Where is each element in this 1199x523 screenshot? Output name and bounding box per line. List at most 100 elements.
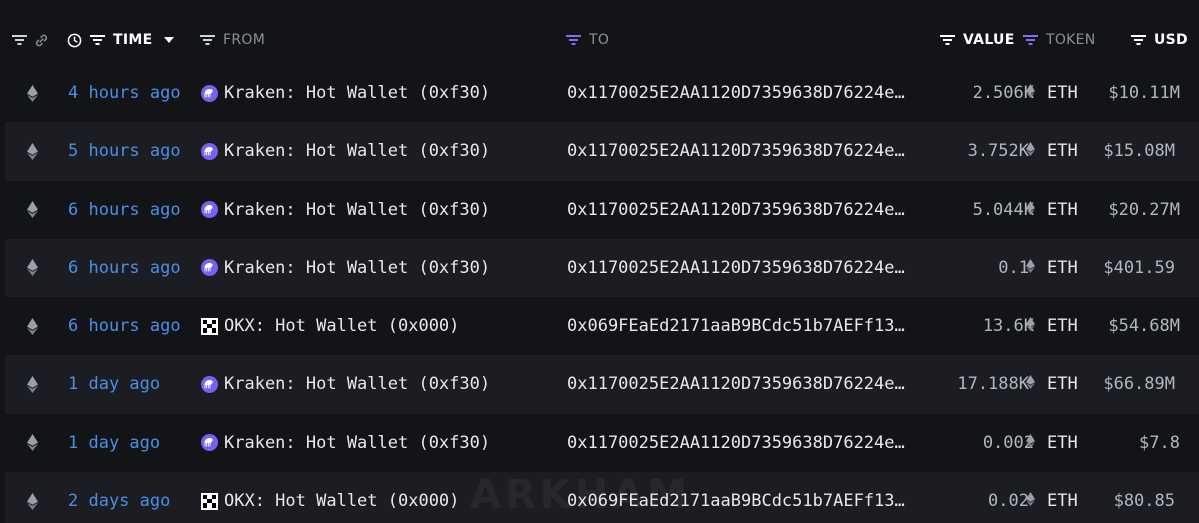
filter-icon[interactable] — [940, 34, 955, 46]
from-entity[interactable]: Kraken: Hot Wallet (0xf30) — [201, 414, 490, 472]
from-entity[interactable]: OKX: Hot Wallet (0x000) — [201, 297, 459, 355]
filter-icon[interactable] — [1131, 34, 1146, 46]
token-column-header[interactable]: TOKEN — [1023, 30, 1096, 50]
from-entity[interactable]: Kraken: Hot Wallet (0xf30) — [201, 355, 490, 413]
token-label[interactable]: ETH — [1047, 316, 1078, 336]
eth-token-icon — [1026, 200, 1035, 220]
time-link[interactable]: 6 hours ago — [68, 297, 181, 355]
token-cell[interactable]: ETH — [1026, 472, 1078, 523]
table-row[interactable]: 6 hours ago Kraken: Hot Wallet (0xf30) 0x1… — [5, 238, 1199, 298]
sort-desc-icon[interactable] — [164, 37, 175, 43]
token-cell[interactable]: ETH — [1026, 181, 1078, 239]
token-label[interactable]: ETH — [1047, 200, 1078, 220]
kraken-logo-icon — [201, 375, 218, 393]
to-address[interactable]: 0x1170025E2AA1120D7359638D76224e… — [567, 414, 917, 472]
eth-icon — [24, 414, 40, 472]
table-row[interactable]: 2 days ago OKX: Hot Wallet (0x000) 0x069FE… — [5, 472, 1199, 523]
usd-cell: $54.68M — [1108, 316, 1180, 337]
kraken-logo-icon — [201, 201, 218, 219]
link-icon[interactable] — [34, 33, 49, 48]
from-entity[interactable]: Kraken: Hot Wallet (0xf30) — [201, 122, 490, 180]
to-address-label[interactable]: 0x069FEaEd2171aaB9BCdc51b7AEFf13… — [567, 491, 917, 511]
token-label[interactable]: ETH — [1047, 83, 1078, 103]
time-link[interactable]: 1 day ago — [68, 414, 160, 472]
from-entity-label[interactable]: Kraken: Hot Wallet (0xf30) — [224, 374, 490, 394]
from-entity-label[interactable]: OKX: Hot Wallet (0x000) — [224, 491, 459, 511]
from-entity-label[interactable]: Kraken: Hot Wallet (0xf30) — [224, 258, 490, 278]
value-cell: 3.752K — [967, 141, 1029, 162]
time-link[interactable]: 6 hours ago — [68, 181, 181, 239]
usd-cell: $10.11M — [1108, 83, 1180, 103]
from-entity-label[interactable]: Kraken: Hot Wallet (0xf30) — [224, 141, 490, 161]
filter-icon[interactable] — [200, 34, 215, 46]
table-row[interactable]: 6 hours ago Kraken: Hot Wallet (0xf30) 0x1… — [0, 181, 1199, 239]
token-cell[interactable]: ETH — [1026, 122, 1078, 180]
value-cell: 2.506K — [972, 83, 1034, 103]
usd-cell: $80.85 — [1113, 491, 1175, 512]
usd-header-label: USD — [1154, 32, 1188, 48]
to-address-label[interactable]: 0x1170025E2AA1120D7359638D76224e… — [567, 433, 917, 453]
usd-column-header[interactable]: USD — [1131, 30, 1188, 50]
table-row[interactable]: 4 hours ago Kraken: Hot Wallet (0xf30) 0x1… — [0, 64, 1199, 122]
time-link[interactable]: 5 hours ago — [68, 122, 181, 180]
to-address-label[interactable]: 0x1170025E2AA1120D7359638D76224e… — [567, 83, 917, 103]
time-link[interactable]: 6 hours ago — [68, 239, 181, 297]
filter-active-icon[interactable] — [566, 34, 581, 46]
from-entity-label[interactable]: OKX: Hot Wallet (0x000) — [224, 316, 459, 336]
token-label[interactable]: ETH — [1047, 433, 1078, 453]
to-address-label[interactable]: 0x1170025E2AA1120D7359638D76224e… — [567, 258, 917, 278]
table-row[interactable]: 5 hours ago Kraken: Hot Wallet (0xf30) 0x1… — [5, 122, 1199, 181]
filter-active-icon[interactable] — [1023, 34, 1038, 46]
table-row[interactable]: 6 hours ago OKX: Hot Wallet (0x000) 0x069F… — [0, 297, 1199, 355]
table-row[interactable]: 1 day ago Kraken: Hot Wallet (0xf30) 0x117… — [0, 414, 1199, 472]
time-link[interactable]: 4 hours ago — [68, 64, 181, 122]
to-address[interactable]: 0x069FEaEd2171aaB9BCdc51b7AEFf13… — [567, 297, 917, 355]
time-column-header[interactable]: TIME — [67, 30, 175, 50]
token-cell[interactable]: ETH — [1026, 414, 1078, 472]
to-address[interactable]: 0x1170025E2AA1120D7359638D76224e… — [567, 239, 917, 297]
to-address-label[interactable]: 0x1170025E2AA1120D7359638D76224e… — [567, 374, 917, 394]
from-entity-label[interactable]: Kraken: Hot Wallet (0xf30) — [224, 433, 490, 453]
kraken-logo-icon — [201, 434, 218, 452]
from-entity-label[interactable]: Kraken: Hot Wallet (0xf30) — [224, 83, 490, 103]
token-label[interactable]: ETH — [1047, 141, 1078, 161]
from-entity[interactable]: Kraken: Hot Wallet (0xf30) — [201, 64, 490, 122]
token-cell[interactable]: ETH — [1026, 64, 1078, 122]
chain-filter-header[interactable] — [12, 30, 49, 50]
token-label[interactable]: ETH — [1047, 491, 1078, 511]
table-row[interactable]: 1 day ago Kraken: Hot Wallet (0xf30) 0x117… — [5, 355, 1199, 414]
from-entity-label[interactable]: Kraken: Hot Wallet (0xf30) — [224, 200, 490, 220]
to-address-label[interactable]: 0x1170025E2AA1120D7359638D76224e… — [567, 141, 917, 161]
value-column-header[interactable]: VALUE — [940, 30, 1015, 50]
clock-icon — [67, 33, 82, 48]
to-address[interactable]: 0x1170025E2AA1120D7359638D76224e… — [567, 355, 917, 413]
eth-icon — [24, 181, 40, 239]
eth-icon — [24, 64, 40, 122]
token-cell[interactable]: ETH — [1026, 239, 1078, 297]
eth-token-icon — [1026, 258, 1035, 278]
from-entity[interactable]: Kraken: Hot Wallet (0xf30) — [201, 181, 490, 239]
token-label[interactable]: ETH — [1047, 374, 1078, 394]
from-entity[interactable]: OKX: Hot Wallet (0x000) — [201, 472, 459, 523]
kraken-logo-icon — [201, 84, 218, 102]
from-column-header[interactable]: FROM — [200, 30, 265, 50]
token-label[interactable]: ETH — [1047, 258, 1078, 278]
token-cell[interactable]: ETH — [1026, 355, 1078, 413]
to-address-label[interactable]: 0x069FEaEd2171aaB9BCdc51b7AEFf13… — [567, 316, 917, 336]
to-address-label[interactable]: 0x1170025E2AA1120D7359638D76224e… — [567, 200, 917, 220]
filter-icon[interactable] — [12, 34, 27, 46]
to-address[interactable]: 0x1170025E2AA1120D7359638D76224e… — [567, 64, 917, 122]
filter-icon[interactable] — [90, 34, 105, 46]
eth-icon — [24, 472, 40, 523]
to-address[interactable]: 0x1170025E2AA1120D7359638D76224e… — [567, 181, 917, 239]
value-header-label: VALUE — [963, 32, 1015, 48]
token-cell[interactable]: ETH — [1026, 297, 1078, 355]
time-link[interactable]: 1 day ago — [68, 355, 160, 413]
from-header-label: FROM — [223, 32, 266, 48]
time-link[interactable]: 2 days ago — [68, 472, 170, 523]
to-column-header[interactable]: TO — [566, 30, 609, 50]
from-entity[interactable]: Kraken: Hot Wallet (0xf30) — [201, 239, 490, 297]
usd-cell: $15.08M — [1103, 141, 1175, 162]
to-address[interactable]: 0x1170025E2AA1120D7359638D76224e… — [567, 122, 917, 180]
to-address[interactable]: 0x069FEaEd2171aaB9BCdc51b7AEFf13… — [567, 472, 917, 523]
